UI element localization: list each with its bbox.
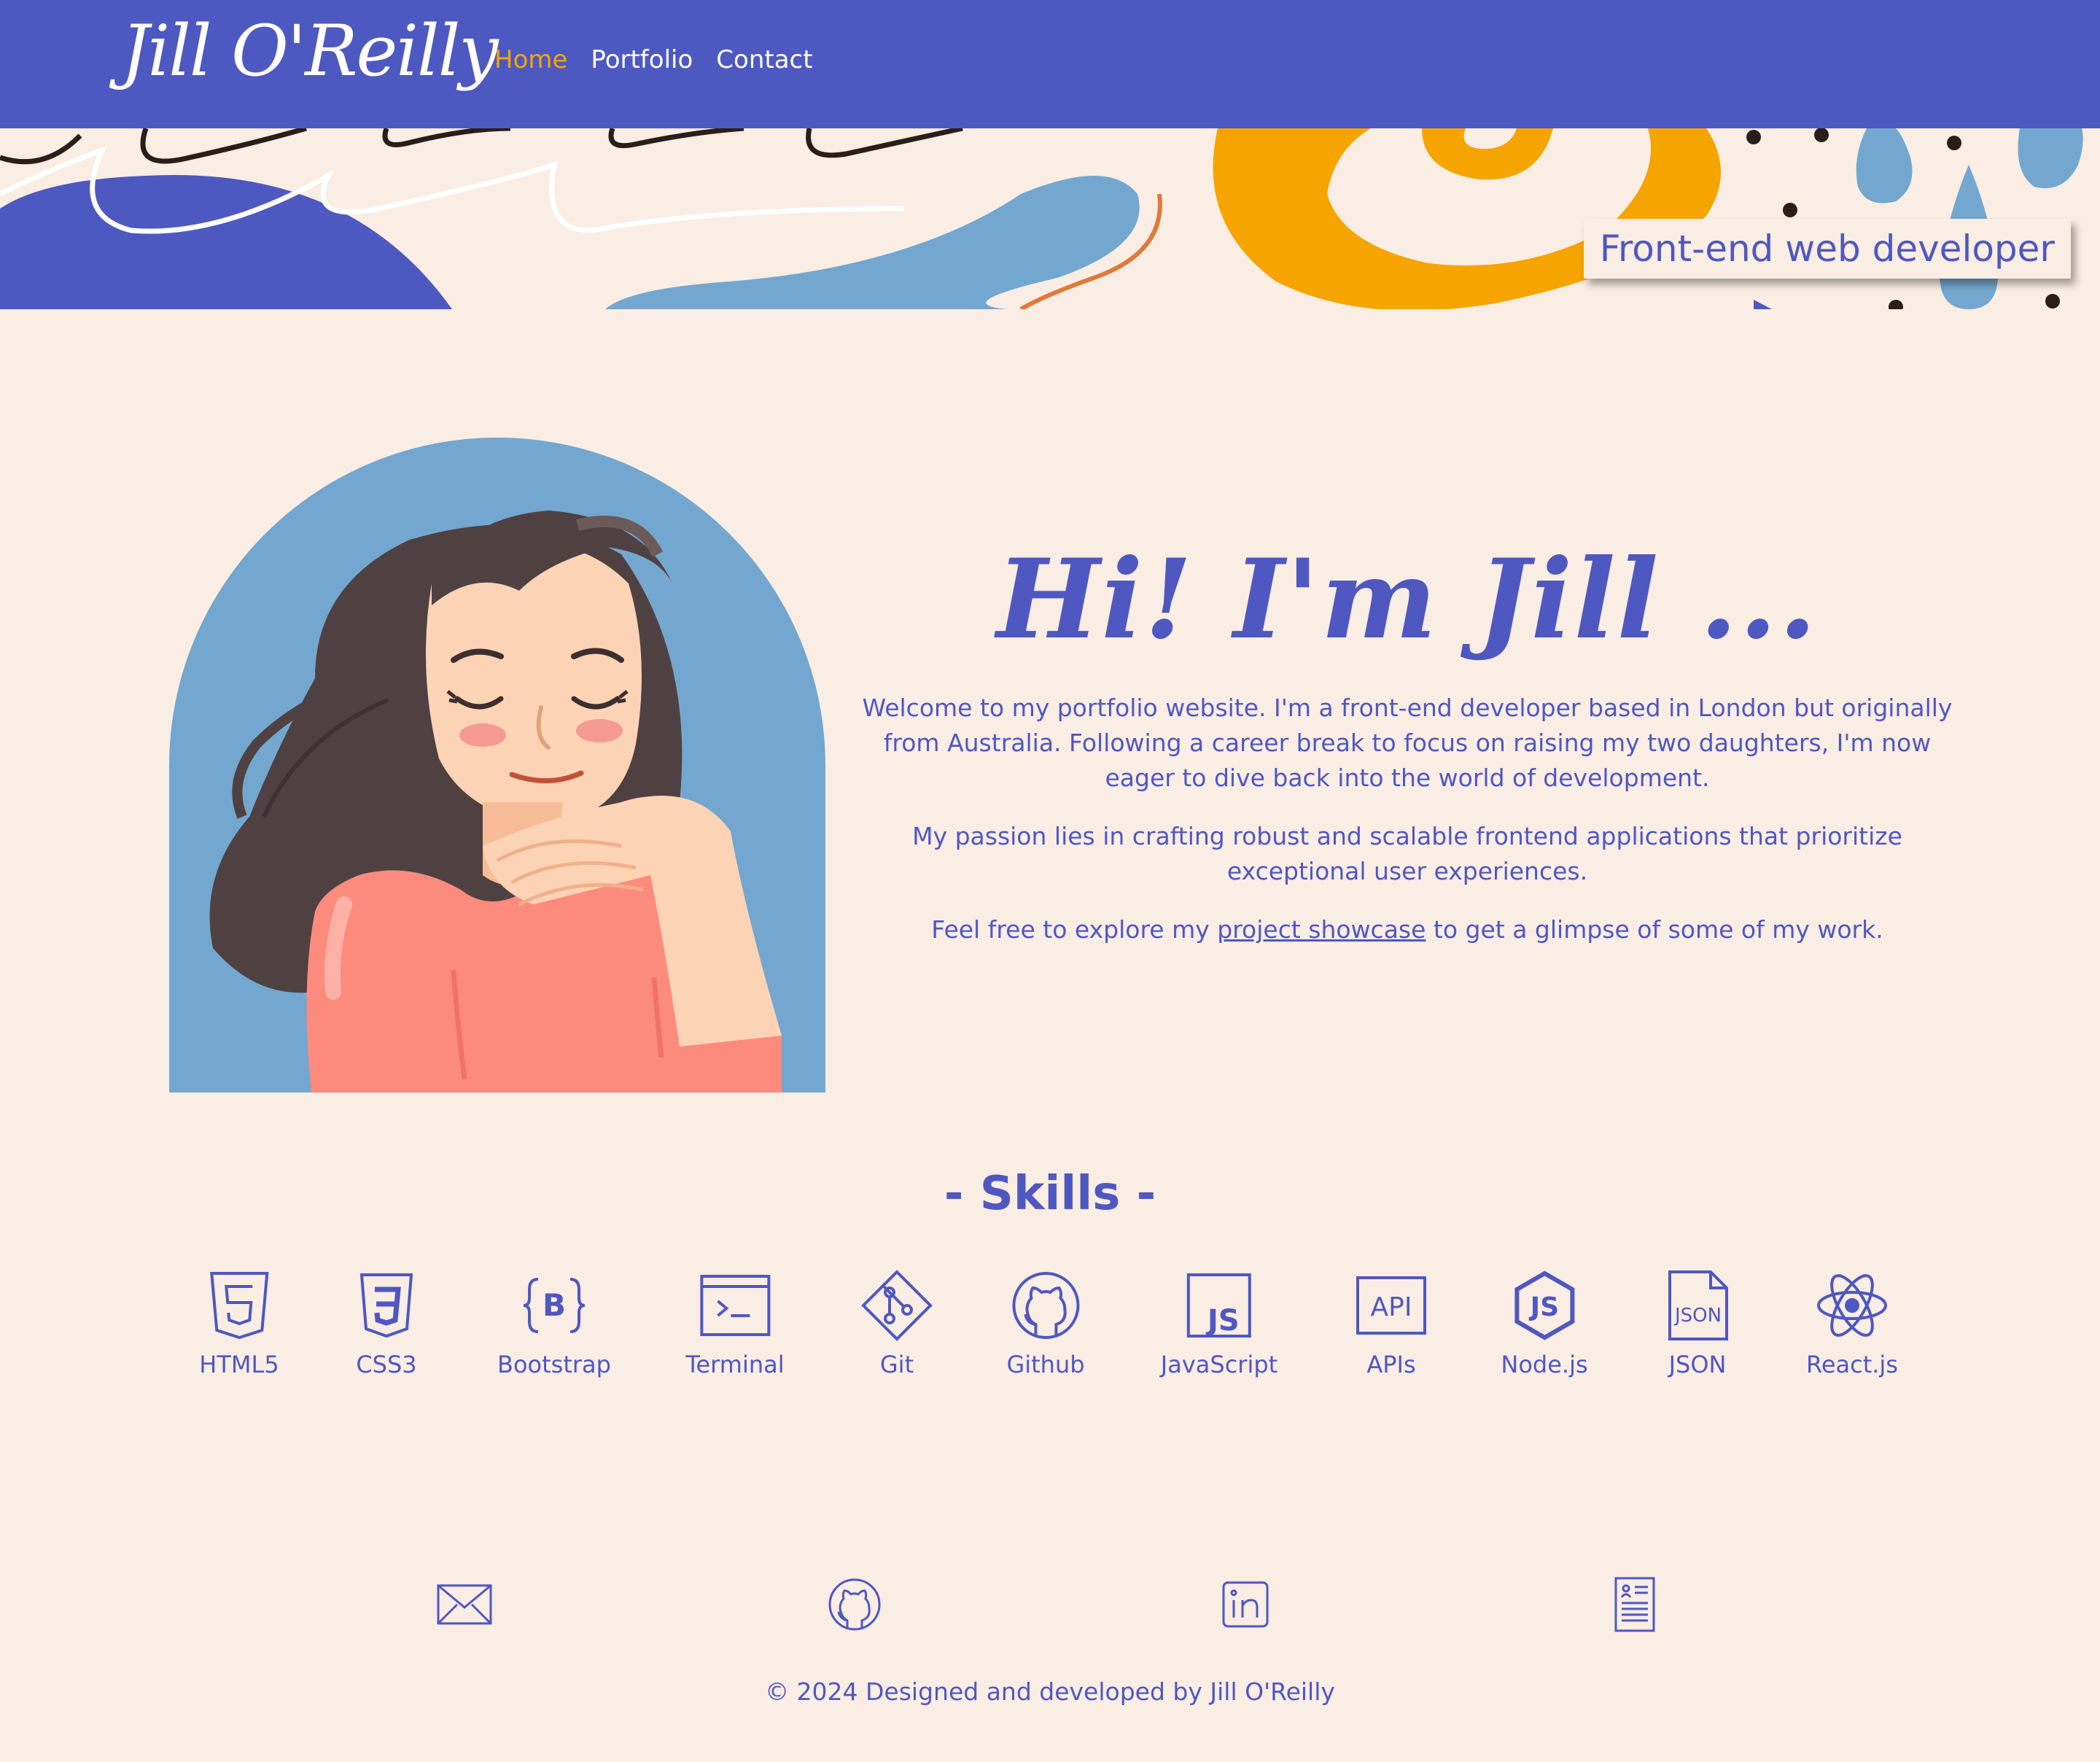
skills-heading: - Skills -: [944, 1167, 1156, 1221]
svg-text:API: API: [1371, 1292, 1412, 1322]
skill-html5: HTML5: [199, 1269, 279, 1378]
css3-icon: [359, 1273, 413, 1338]
copyright-text: © 2024 Designed and developed by Jill O'…: [765, 1677, 1335, 1706]
skill-label-git: Git: [879, 1351, 914, 1378]
github-profile-link[interactable]: [825, 1575, 884, 1637]
git-icon: [861, 1270, 933, 1341]
resume-icon: [1614, 1577, 1655, 1632]
skill-label-css3: CSS3: [356, 1351, 417, 1378]
nav-contact-link[interactable]: Contact: [716, 45, 812, 74]
skill-label-terminal: Terminal: [685, 1351, 785, 1378]
skill-label-github: Github: [1006, 1351, 1085, 1378]
skill-javascript: JS JavaScript: [1161, 1269, 1278, 1378]
skill-json: JSON JSON: [1661, 1269, 1734, 1378]
intro-section: Hi! I'm Jill ... Welcome to my portfolio…: [853, 540, 1961, 971]
nodejs-icon: JS: [1514, 1270, 1574, 1340]
api-icon: API: [1356, 1276, 1426, 1335]
svg-text:JSON: JSON: [1673, 1305, 1722, 1327]
nav-home-link[interactable]: Home: [494, 45, 567, 74]
intro-paragraph-3-after: to get a glimpse of some of my work.: [1426, 915, 1883, 944]
skill-label-bootstrap: Bootstrap: [497, 1351, 611, 1378]
role-tagline: Front-end web developer: [1583, 219, 2071, 279]
profile-illustration: [169, 438, 825, 1092]
skill-label-json: JSON: [1668, 1351, 1727, 1378]
terminal-icon: [699, 1275, 770, 1336]
json-icon: JSON: [1668, 1270, 1728, 1340]
skill-label-html5: HTML5: [199, 1351, 279, 1378]
project-showcase-link[interactable]: project showcase: [1217, 915, 1426, 944]
html5-icon: [209, 1272, 269, 1340]
svg-text:B: B: [542, 1287, 566, 1323]
greeting-heading: Hi! I'm Jill ...: [996, 535, 1819, 664]
skill-label-apis: APIs: [1366, 1351, 1416, 1378]
email-icon: [437, 1584, 492, 1625]
svg-text:JS: JS: [1205, 1304, 1240, 1338]
linkedin-icon: [1222, 1581, 1269, 1628]
email-link[interactable]: [435, 1575, 494, 1637]
skill-css3: CSS3: [350, 1269, 423, 1378]
navbar: Jill O'Reilly Home Portfolio Contact: [0, 0, 2100, 128]
skill-github: Github: [1006, 1269, 1085, 1378]
github-icon: [1011, 1272, 1079, 1339]
skill-label-reactjs: React.js: [1806, 1351, 1898, 1378]
skill-bootstrap: B Bootstrap: [497, 1269, 611, 1378]
skill-terminal: Terminal: [685, 1269, 785, 1378]
intro-paragraph-3-before: Feel free to explore my: [931, 915, 1218, 944]
brand-logo[interactable]: Jill O'Reilly: [121, 10, 499, 92]
skills-list: HTML5 CSS3 B Bootstrap Terminal Git Gith…: [0, 1269, 2100, 1393]
intro-paragraph-1: Welcome to my portfolio website. I'm a f…: [862, 694, 1953, 792]
linkedin-link[interactable]: [1216, 1575, 1275, 1637]
javascript-icon: JS: [1187, 1273, 1251, 1338]
intro-paragraph-2: My passion lies in crafting robust and s…: [912, 822, 1902, 885]
skill-git: Git: [860, 1269, 933, 1378]
svg-text:JS: JS: [1528, 1292, 1558, 1322]
main-nav: Home Portfolio Contact: [494, 45, 813, 74]
skill-nodejs: JS Node.js: [1501, 1269, 1588, 1378]
skill-label-nodejs: Node.js: [1501, 1351, 1588, 1378]
skill-apis: API APIs: [1355, 1269, 1428, 1378]
resume-link[interactable]: [1606, 1575, 1664, 1637]
react-icon: [1817, 1274, 1887, 1337]
intro-paragraph-3: Feel free to explore my project showcase…: [853, 912, 1961, 947]
skill-label-javascript: JavaScript: [1160, 1351, 1278, 1378]
bootstrap-icon: B: [523, 1278, 586, 1333]
github-icon: [828, 1578, 881, 1631]
skill-reactjs: React.js: [1806, 1269, 1898, 1378]
nav-portfolio-link[interactable]: Portfolio: [591, 45, 693, 74]
